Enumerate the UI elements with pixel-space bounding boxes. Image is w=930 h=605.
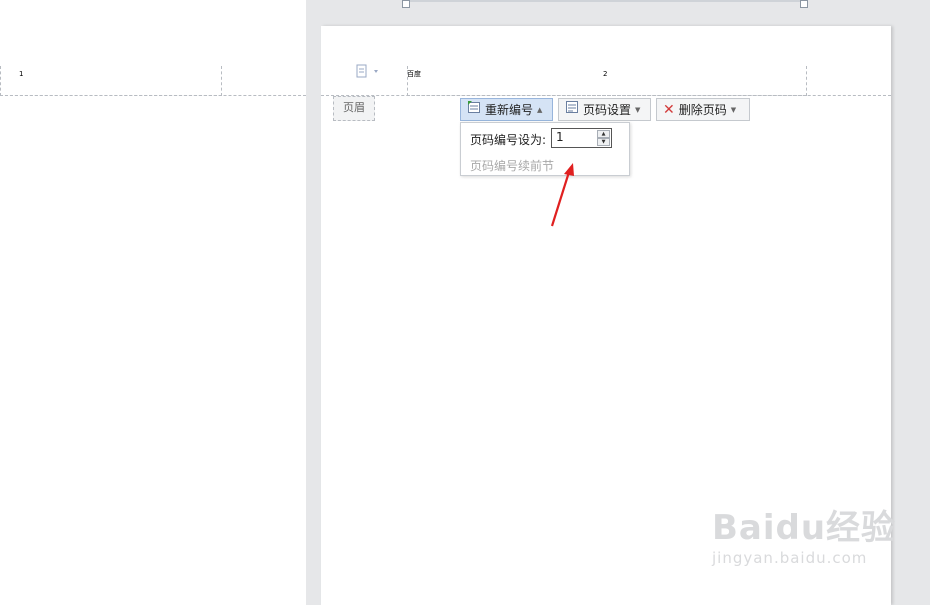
spinner-buttons: ▲ ▼ xyxy=(597,130,610,146)
chevron-down-icon: ▼ xyxy=(635,105,641,114)
ruler-left-marker[interactable] xyxy=(402,0,410,8)
header-tag: 页眉 xyxy=(333,96,375,121)
set-number-label: 页码编号设为: xyxy=(470,133,547,147)
header-area-left xyxy=(0,66,222,96)
caret-up-icon: ▲ xyxy=(537,105,543,114)
page-number-left: 1 xyxy=(19,70,24,78)
page-settings-button[interactable]: 页码设置 ▼ xyxy=(558,98,651,121)
chevron-down-icon: ▼ xyxy=(730,105,737,114)
annotation-arrow xyxy=(550,163,574,227)
header-line-right xyxy=(321,95,891,96)
spin-up-icon[interactable]: ▲ xyxy=(597,130,610,138)
page-settings-label: 页码设置 xyxy=(583,102,632,117)
delete-label: 删除页码 xyxy=(678,102,727,117)
page-number-input[interactable]: 1 xyxy=(556,130,564,144)
spin-down-icon[interactable]: ▼ xyxy=(597,138,610,146)
horizontal-ruler xyxy=(405,0,805,2)
watermark-url: jingyan.baidu.com xyxy=(712,549,868,567)
document-page-left: 1 xyxy=(0,0,306,605)
watermark-logo: Baidu经验 xyxy=(712,508,897,548)
baidu-watermark: Baidu经验 jingyan.baidu.com xyxy=(712,500,896,567)
header-line-left xyxy=(0,95,306,96)
delete-icon: ✕ xyxy=(663,101,675,118)
renumber-icon xyxy=(467,99,481,121)
page-number-spinner[interactable]: 1 ▲ ▼ xyxy=(551,128,612,148)
header-text: 百度 xyxy=(407,70,421,78)
renumber-label: 重新编号 xyxy=(485,102,534,117)
delete-page-number-button[interactable]: ✕ 删除页码 ▼ xyxy=(656,98,750,121)
page-number-right: 2 xyxy=(603,70,608,78)
renumber-button[interactable]: 重新编号 ▲ xyxy=(460,98,553,121)
page-settings-icon xyxy=(565,99,579,121)
header-doc-icon[interactable] xyxy=(355,63,381,79)
ruler-right-marker[interactable] xyxy=(800,0,808,8)
